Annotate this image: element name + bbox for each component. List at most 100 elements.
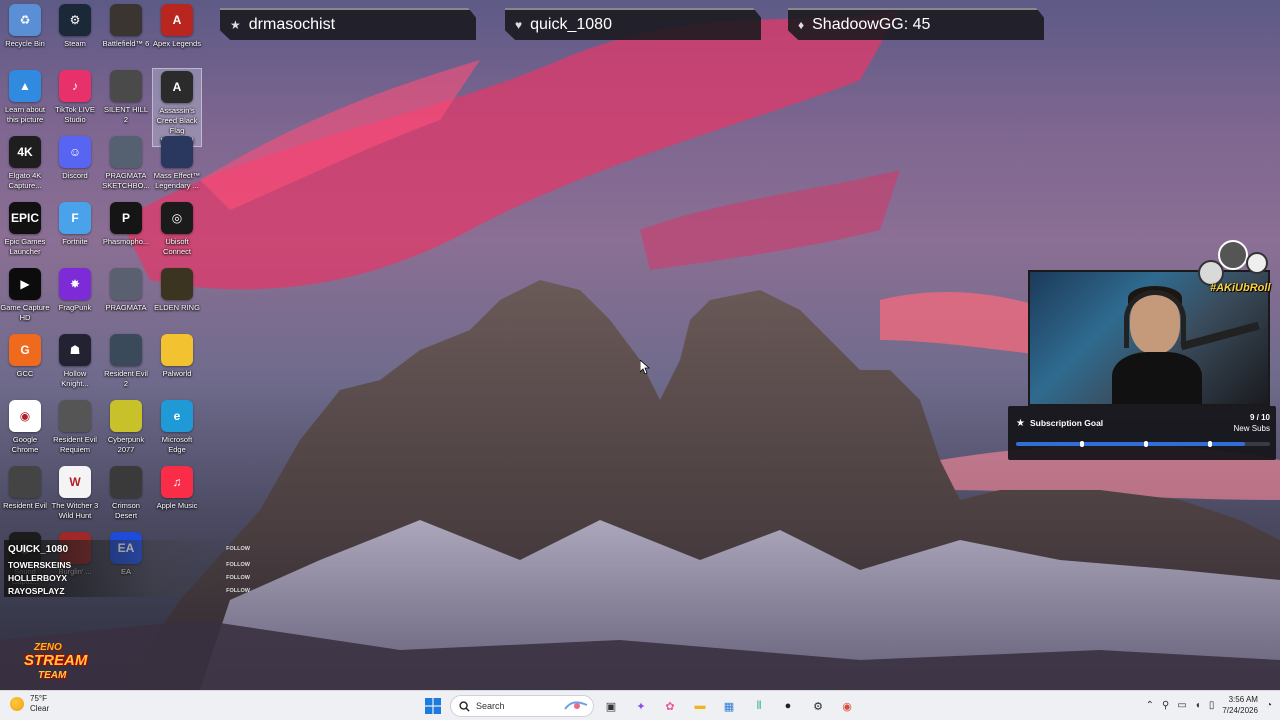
fragpunk-icon: ✸	[59, 268, 91, 300]
desktop-icon[interactable]: ♻ Recycle Bin	[0, 2, 50, 49]
desktop-icon[interactable]: ▲ Learn about this picture	[0, 68, 50, 125]
desktop-icon-label: ELDEN RING	[154, 303, 200, 312]
audio-app-icon[interactable]: ⫴	[748, 695, 770, 717]
clock-date: 7/24/2026	[1222, 706, 1258, 715]
desktop-icon-label: Fortnite	[62, 237, 88, 246]
desktop-icon[interactable]: e Microsoft Edge	[152, 398, 202, 455]
obs-icon[interactable]: ●	[777, 695, 799, 717]
desktop-icon[interactable]: ♫ Apple Music	[152, 464, 202, 511]
weather-moon-icon	[10, 697, 24, 711]
desktop-icon[interactable]: W The Witcher 3 Wild Hunt	[50, 464, 100, 521]
desktop-icon[interactable]: Crimson Desert	[101, 464, 151, 521]
pragmata-icon	[110, 268, 142, 300]
recycle-bin-icon: ♻	[9, 4, 41, 36]
desktop-icon[interactable]: Mass Effect™ Legendary ...	[152, 134, 202, 191]
subscription-goal-title: ★ Subscription Goal	[1016, 418, 1103, 429]
webcam-sticker: #AKiUbRoll	[1196, 236, 1276, 300]
desktop-icon[interactable]: P Phasmopho...	[101, 200, 151, 247]
apple-music-icon: ♫	[161, 466, 193, 498]
desktop-icon-label: Steam	[64, 39, 86, 48]
follower-row: RAYOSPLAYZ FOLLOW	[4, 584, 252, 597]
pragmata-sketchbook-icon	[110, 136, 142, 168]
copilot-icon[interactable]: ✦	[630, 695, 652, 717]
desktop-icon[interactable]: ♪ TikTok LIVE Studio	[50, 68, 100, 125]
desktop-icon[interactable]: 4K Elgato 4K Capture...	[0, 134, 50, 191]
desktop-icon[interactable]: ⚙ Steam	[50, 2, 100, 49]
search-highlight-art-icon	[564, 701, 588, 710]
webcam-headset	[1124, 290, 1186, 348]
display-icon[interactable]: ▭	[1177, 700, 1186, 711]
desktop-icon[interactable]: Battlefield™ 6	[101, 2, 151, 49]
assassins-creed-icon: A	[161, 71, 193, 103]
desktop-icon-label: Hollow Knight...	[61, 369, 89, 388]
desktop-icon[interactable]: ☗ Hollow Knight...	[50, 332, 100, 389]
desktop-icon-label: Elgato 4K Capture...	[8, 171, 42, 190]
stream-team-logo: ZENO STREAM TEAM	[22, 642, 87, 694]
desktop-icon-label: FragPunk	[58, 303, 92, 312]
desktop-icon-label: Discord	[62, 171, 88, 180]
game-capture-icon: ▶	[9, 268, 41, 300]
desktop-icon[interactable]: G GCC	[0, 332, 50, 379]
desktop-icon[interactable]: SILENT HILL 2	[101, 68, 151, 125]
battery-icon[interactable]: ▯	[1209, 700, 1215, 711]
webcam-mic-arm	[1180, 321, 1260, 351]
heart-icon: ♥	[515, 18, 523, 32]
file-explorer-icon[interactable]: ▬	[689, 695, 711, 717]
desktop-icon-label: GCC	[16, 369, 34, 378]
desktop-icon-label: TikTok LIVE Studio	[55, 105, 95, 124]
desktop-icon[interactable]: Resident Evil	[0, 464, 50, 511]
weather-temp: 75°F	[30, 694, 47, 703]
desktop-icon[interactable]: Palworld	[152, 332, 202, 379]
mouse-cursor-icon	[640, 360, 650, 374]
desktop-icon[interactable]: PRAGMATA	[101, 266, 151, 313]
tiktok-icon: ♪	[59, 70, 91, 102]
chevron-up-icon[interactable]: ⌃	[1146, 700, 1154, 711]
desktop-icon-label: Epic Games Launcher	[4, 237, 46, 256]
desktop-icon-label: Google Chrome	[11, 435, 39, 454]
alert-bar-latest-bits: ♦ ShadoowGG: 45	[788, 8, 1044, 40]
star-icon: ★	[230, 18, 241, 32]
crimson-desert-icon	[110, 466, 142, 498]
network-icon[interactable]: ⚲	[1162, 700, 1169, 711]
steam-taskbar-icon[interactable]: ⚙	[807, 695, 829, 717]
follow-label: FOLLOW	[226, 587, 250, 594]
desktop-icon[interactable]: Resident Evil 2	[101, 332, 151, 389]
chrome-taskbar-icon[interactable]: ◉	[836, 695, 858, 717]
follower-name: QUICK_1080	[8, 543, 69, 555]
start-button[interactable]	[422, 695, 444, 717]
desktop-icon[interactable]: F Fortnite	[50, 200, 100, 247]
witcher-icon: W	[59, 466, 91, 498]
microsoft-store-icon[interactable]: ▦	[718, 695, 740, 717]
taskbar-search-box[interactable]: Search	[450, 695, 594, 717]
desktop-icon[interactable]: PRAGMATA SKETCHBO...	[101, 134, 151, 191]
resident-evil-icon	[9, 466, 41, 498]
desktop-icon[interactable]: ☺ Discord	[50, 134, 100, 181]
silent-hill-icon	[110, 70, 142, 102]
desktop-icon-label: Microsoft Edge	[161, 435, 193, 454]
desktop-icon[interactable]: A Apex Legends	[152, 2, 202, 49]
star-icon: ★	[1016, 417, 1025, 429]
goal-progress-bar	[1016, 441, 1270, 447]
desktop-icon[interactable]: Cyberpunk 2077	[101, 398, 151, 455]
task-view-icon[interactable]: ▣	[600, 695, 622, 717]
follower-row: QUICK_1080 FOLLOW	[4, 540, 252, 558]
notification-bell-icon[interactable]: ◔	[1266, 700, 1272, 711]
desktop-icon[interactable]: ◉ Google Chrome	[0, 398, 50, 455]
desktop-icon[interactable]: EPIC Epic Games Launcher	[0, 200, 50, 257]
follow-label: FOLLOW	[226, 574, 250, 581]
follower-row: HOLLERBOYX FOLLOW	[4, 571, 252, 584]
desktop-icon[interactable]: ▶ Game Capture HD	[0, 266, 50, 323]
palworld-icon	[161, 334, 193, 366]
desktop-icon[interactable]: Resident Evil Requiem	[50, 398, 100, 455]
desktop-icon[interactable]: ✸ FragPunk	[50, 266, 100, 313]
avatar-sticker	[1218, 240, 1248, 270]
colorful-app-icon[interactable]: ✿	[659, 695, 681, 717]
elden-ring-icon	[161, 268, 193, 300]
desktop-icon-label: Palworld	[162, 369, 192, 378]
alert-bar-latest-follower: ★ drmasochist	[220, 8, 476, 40]
weather-widget[interactable]: 75°F Clear	[10, 694, 49, 714]
volume-icon[interactable]: ◖	[1195, 700, 1201, 711]
clock[interactable]: 3:56 AM 7/24/2026	[1222, 694, 1258, 716]
desktop-icon[interactable]: ELDEN RING	[152, 266, 202, 313]
desktop-icon[interactable]: ◎ Ubisoft Connect	[152, 200, 202, 257]
